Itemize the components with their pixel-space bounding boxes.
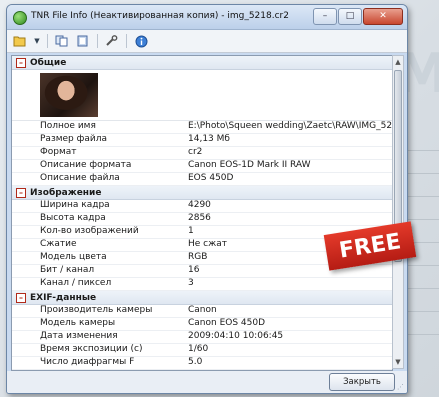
property-value: 16 (188, 265, 200, 275)
property-name: Число диафрагмы F (40, 357, 135, 367)
section-title: Изображение (30, 187, 102, 198)
property-value: Canon (188, 305, 217, 315)
table-row[interactable]: Число диафрагмы F 5.0 (12, 357, 392, 370)
copy-icon (55, 35, 68, 47)
property-name: Размер файла (40, 134, 107, 144)
app-icon (13, 11, 27, 25)
open-folder-icon (13, 36, 26, 47)
title-bar[interactable]: TNR File Info (Неактивированная копия) -… (7, 5, 407, 30)
minimize-button[interactable]: – (313, 8, 337, 25)
table-row[interactable]: Описание файла EOS 450D (12, 173, 392, 186)
info-icon (135, 35, 147, 47)
properties-list[interactable]: – Общие Полное имя E:\Photo\Squeen weddin… (11, 55, 393, 371)
property-value: 2009:04:10 10:06:45 (188, 331, 284, 341)
table-row[interactable]: Производитель камеры Canon (12, 305, 392, 318)
paste-button[interactable] (74, 32, 92, 50)
minimize-icon: – (322, 11, 328, 21)
table-row[interactable]: Дата изменения 2009:04:10 10:06:45 (12, 331, 392, 344)
property-value: 3 (188, 278, 194, 288)
property-name: Производитель камеры (40, 305, 153, 315)
property-name: Канал / пиксел (40, 278, 112, 288)
property-value: Canon EOS 450D (188, 318, 266, 328)
property-name: Ширина кадра (40, 200, 110, 210)
close-window-button[interactable]: ✕ (363, 8, 403, 25)
open-dropdown-button[interactable]: ▼ (32, 32, 42, 50)
section-title: Общие (30, 57, 67, 68)
property-value: Canon EOS-1D Mark II RAW (188, 160, 311, 170)
table-row[interactable]: Полное имя E:\Photo\Squeen wedding\Zaetc\… (12, 121, 392, 134)
property-name: Время экспозиции (c) (40, 344, 143, 354)
property-value: 1/60 (188, 344, 209, 354)
dropdown-icon: ▼ (34, 37, 40, 45)
property-name: Кол-во изображений (40, 226, 139, 236)
maximize-icon: □ (345, 11, 355, 21)
property-name: Сжатие (40, 239, 77, 249)
close-button[interactable]: Закрыть (329, 373, 395, 391)
table-row[interactable]: Описание формата Canon EOS-1D Mark II RAW (12, 160, 392, 173)
property-name: Формат (40, 147, 77, 157)
close-icon: ✕ (379, 11, 387, 21)
settings-icon (106, 35, 118, 46)
section-header-general[interactable]: – Общие (12, 56, 392, 70)
settings-button[interactable] (103, 32, 121, 50)
window-controls: – □ ✕ (313, 8, 403, 25)
toolbar-separator (126, 34, 127, 48)
resize-grip-icon[interactable]: ⋰ (397, 383, 405, 391)
thumbnail-row (12, 70, 392, 121)
toolbar-separator (97, 34, 98, 48)
property-value: E:\Photo\Squeen wedding\Zaetc\RAW\IMG_52… (188, 121, 392, 131)
table-row[interactable]: Время экспозиции (c) 1/60 (12, 344, 392, 357)
property-name: Модель цвета (40, 252, 107, 262)
copy-button[interactable] (53, 32, 71, 50)
maximize-button[interactable]: □ (338, 8, 362, 25)
property-value: 4290 (188, 200, 211, 210)
property-value: EOS 450D (188, 173, 234, 183)
collapse-icon[interactable]: – (16, 292, 26, 303)
table-row[interactable]: Канал / пиксел 3 (12, 278, 392, 291)
collapse-icon[interactable]: – (16, 187, 26, 198)
file-info-window: TNR File Info (Неактивированная копия) -… (6, 4, 408, 394)
image-thumbnail (40, 73, 98, 117)
property-name: Описание формата (40, 160, 132, 170)
table-row[interactable]: Формат cr2 (12, 147, 392, 160)
section-header-image[interactable]: – Изображение (12, 186, 392, 200)
property-name: Бит / канал (40, 265, 95, 275)
scroll-up-icon[interactable]: ▲ (393, 56, 403, 68)
vertical-scrollbar[interactable]: ▲ ▼ (392, 55, 404, 369)
dialog-footer: Закрыть ⋰ (7, 371, 407, 393)
property-name: Полное имя (40, 121, 96, 131)
table-row[interactable]: Размер файла 14,13 Мб (12, 134, 392, 147)
window-title: TNR File Info (Неактивированная копия) -… (31, 11, 289, 21)
table-row[interactable]: Модель камеры Canon EOS 450D (12, 318, 392, 331)
property-value: 14,13 Мб (188, 134, 230, 144)
table-row[interactable]: Высота кадра 2856 (12, 213, 392, 226)
info-button[interactable] (132, 32, 150, 50)
property-value: 2856 (188, 213, 211, 223)
property-name: Дата изменения (40, 331, 118, 341)
property-name: Высота кадра (40, 213, 106, 223)
section-title: EXIF-данные (30, 292, 97, 303)
toolbar-separator (47, 34, 48, 48)
table-row[interactable]: Ширина кадра 4290 (12, 200, 392, 213)
toolbar: ▼ (7, 30, 407, 53)
open-folder-button[interactable] (11, 32, 29, 50)
paste-icon (77, 35, 88, 47)
property-name: Модель камеры (40, 318, 116, 328)
collapse-icon[interactable]: – (16, 57, 26, 68)
property-value: cr2 (188, 147, 203, 157)
property-name: Описание файла (40, 173, 120, 183)
property-value: 5.0 (188, 357, 203, 367)
scroll-down-icon[interactable]: ▼ (393, 356, 403, 368)
section-header-exif[interactable]: – EXIF-данные (12, 291, 392, 305)
